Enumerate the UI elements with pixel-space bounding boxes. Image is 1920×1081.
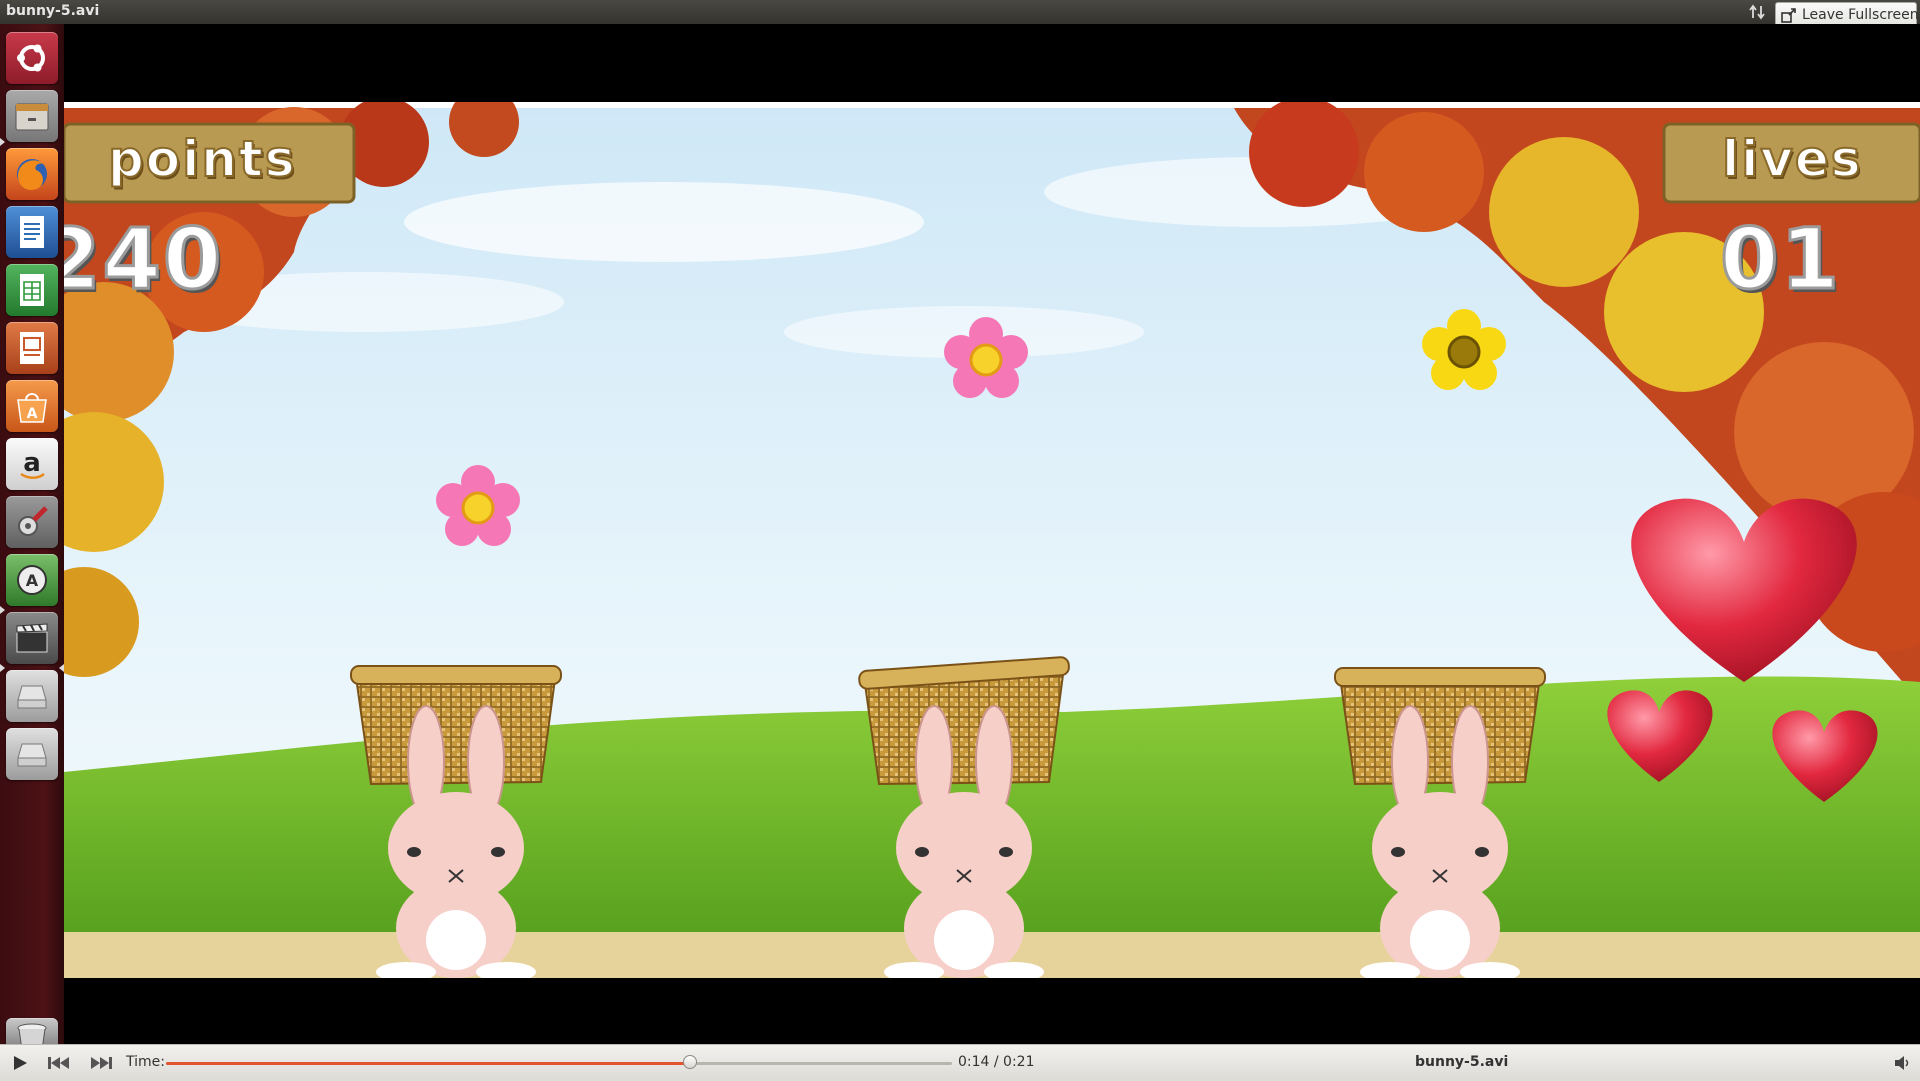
video-area[interactable]: points 240 lives 01 (64, 24, 1920, 1044)
svg-text:A: A (26, 571, 39, 590)
launcher-item-drive-1[interactable] (6, 670, 58, 722)
launcher-item-writer[interactable] (6, 206, 58, 258)
launcher-item-drive-2[interactable] (6, 728, 58, 780)
file-name: bunny-5.avi (1415, 1054, 1509, 1070)
game-scene: points 240 lives 01 (64, 102, 1920, 978)
svg-text:a: a (23, 448, 41, 478)
launcher-item-software-center[interactable]: A (6, 380, 58, 432)
play-icon[interactable] (10, 1053, 30, 1073)
sort-arrows-icon[interactable] (1748, 2, 1768, 22)
running-indicator (0, 606, 5, 614)
settings-tools-icon (18, 506, 48, 536)
points-label: points (107, 129, 297, 189)
update-icon: A (17, 565, 47, 595)
firefox-icon (17, 159, 47, 190)
lives-value: 01 (1719, 209, 1841, 310)
launcher-item-impress[interactable] (6, 322, 58, 374)
drive-icon (17, 685, 47, 709)
playback-controls: Time: 0:14 / 0:21 bunny-5.avi (0, 1044, 1920, 1081)
running-indicator (0, 138, 5, 146)
unity-launcher: A a A (0, 24, 65, 1051)
leave-fullscreen-icon (1781, 8, 1796, 23)
game-background (64, 102, 1920, 978)
window-title-bar: bunny-5.avi Leave Fullscreen (0, 0, 1920, 28)
launcher-item-calc[interactable] (6, 264, 58, 316)
seek-bar[interactable] (166, 1055, 952, 1069)
amazon-icon: a (20, 448, 45, 479)
seek-bar-progress (166, 1062, 691, 1065)
launcher-item-trash[interactable] (6, 1018, 58, 1051)
launcher-item-software-updater[interactable]: A (6, 554, 58, 606)
time-label: Time: (126, 1054, 165, 1070)
seek-handle[interactable] (683, 1055, 698, 1069)
launcher-item-system-settings[interactable] (6, 496, 58, 548)
launcher-item-videos[interactable] (6, 612, 58, 664)
libreoffice-impress-icon (20, 332, 44, 364)
drive-icon (17, 743, 47, 767)
lives-label: lives (1721, 129, 1863, 189)
launcher-item-firefox[interactable] (6, 148, 58, 200)
launcher-item-amazon[interactable]: a (6, 438, 58, 490)
window-title: bunny-5.avi (6, 3, 100, 19)
libreoffice-writer-icon (20, 216, 44, 248)
volume-icon[interactable] (1893, 1054, 1911, 1072)
points-value: 240 (64, 209, 224, 310)
libreoffice-calc-icon (20, 274, 44, 306)
launcher-item-dash[interactable] (6, 32, 58, 84)
next-icon[interactable] (88, 1053, 114, 1073)
software-center-icon: A (17, 393, 47, 423)
video-player-icon (16, 623, 48, 653)
time-value: 0:14 / 0:21 (958, 1054, 1035, 1070)
ubuntu-logo-icon (17, 44, 45, 72)
running-indicator (0, 664, 5, 672)
file-manager-icon (15, 103, 49, 131)
previous-icon[interactable] (46, 1053, 72, 1073)
leave-fullscreen-label: Leave Fullscreen (1802, 7, 1919, 23)
launcher-item-files[interactable] (6, 90, 58, 142)
svg-text:A: A (27, 406, 38, 422)
